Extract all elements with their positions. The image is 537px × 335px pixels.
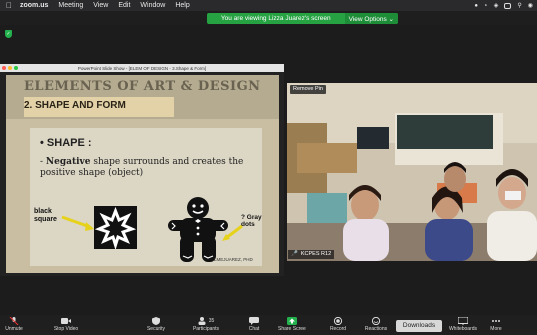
camera-icon [61, 318, 71, 324]
menu-meeting[interactable]: Meeting [58, 2, 83, 9]
black-square-image [94, 206, 137, 251]
chat-button[interactable]: Chat [240, 317, 268, 335]
classroom-video-frame [287, 83, 537, 261]
more-icon [492, 320, 500, 322]
record-button[interactable]: Record [324, 317, 352, 335]
menu-view[interactable]: View [93, 2, 108, 9]
record-icon [333, 317, 343, 325]
ppt-window-title: PowerPoint Slide Show - [ELEM OF DESIGN … [77, 65, 207, 71]
mac-menu-bar:  zoom.us Meeting View Edit Window Help … [0, 0, 537, 11]
menu-window[interactable]: Window [140, 2, 165, 9]
security-button[interactable]: Security [142, 317, 170, 335]
viewing-message: You are viewing Lizza Juarez's screen [220, 15, 331, 22]
share-screen-icon [287, 317, 297, 325]
participants-button[interactable]: 35 Participants [188, 317, 224, 335]
slide-credit: LMEJUAREZ, PHD [214, 257, 253, 262]
gray-dots-label: ? Gray dots [241, 214, 262, 228]
menu-edit[interactable]: Edit [118, 2, 130, 9]
slide-subtitle-band: 2. SHAPE AND FORM [24, 97, 174, 117]
control-center-icon[interactable] [504, 2, 512, 9]
viewing-banner: You are viewing Lizza Juarez's screen Vi… [207, 13, 398, 24]
minimize-window-icon[interactable] [8, 66, 12, 70]
downloads-tooltip[interactable]: Downloads [396, 320, 442, 332]
shared-powerpoint-window: PowerPoint Slide Show - [ELEM OF DESIGN … [0, 64, 284, 276]
participants-count: 35 [208, 318, 215, 324]
share-screen-label: Share Screen [278, 326, 306, 332]
reactions-label: Reactions [364, 326, 388, 332]
record-label: Record [329, 326, 347, 332]
slide-subtitle: 2. SHAPE AND FORM [24, 100, 126, 111]
close-window-icon[interactable] [2, 66, 6, 70]
ppt-window-titlebar: PowerPoint Slide Show - [ELEM OF DESIGN … [0, 64, 284, 72]
stop-video-label: Stop Video [53, 326, 79, 332]
encryption-shield-icon[interactable]: ✓ [5, 30, 12, 38]
remove-pin-button[interactable]: Remove Pin [290, 85, 326, 94]
unmute-button[interactable]: Unmute [0, 317, 28, 335]
whiteboards-label: Whiteboards [448, 326, 478, 332]
more-button[interactable]: More [482, 317, 510, 335]
negative-word: Negative [45, 157, 91, 167]
menubar-status-area: ● ⋆ ◈ ⚲ ◉ [474, 0, 533, 11]
shape-heading: • SHAPE : [40, 137, 92, 149]
menu-help[interactable]: Help [175, 2, 189, 9]
mic-icon [9, 317, 19, 325]
security-label: Security [146, 326, 166, 332]
participants-label: Participants [192, 326, 220, 332]
meeting-toolbar: Unmute Stop Video Security 35 Participan… [0, 315, 537, 335]
reactions-button[interactable]: Reactions [362, 317, 390, 335]
people-icon [198, 317, 206, 325]
wifi-icon[interactable]: ◈ [494, 2, 499, 9]
whiteboard-icon [458, 317, 468, 325]
participant-video[interactable] [287, 83, 537, 261]
chat-icon [249, 317, 259, 325]
smile-icon [371, 317, 381, 325]
unmute-label: Unmute [5, 326, 23, 332]
siri-icon[interactable]: ◉ [528, 2, 533, 9]
view-options-button[interactable]: View Options ⌄ [344, 13, 398, 24]
slide: ELEMENTS OF ART & DESIGN 2. SHAPE AND FO… [6, 75, 279, 273]
zoom-window-icon[interactable] [14, 66, 18, 70]
slide-title: ELEMENTS OF ART & DESIGN [24, 79, 261, 94]
chat-label: Chat [248, 326, 260, 332]
menu-app-name[interactable]: zoom.us [20, 2, 48, 9]
slide-content-box: • SHAPE : - Negative shape surrounds and… [30, 128, 262, 266]
snowflake-shape-icon [94, 206, 137, 251]
screen-record-icon[interactable]: ● [474, 3, 478, 9]
zoom-top-bar: You are viewing Lizza Juarez's screen Vi… [0, 11, 537, 25]
apple-icon[interactable]:  [6, 1, 12, 10]
arrow-icon [61, 215, 94, 231]
search-icon[interactable]: ⚲ [517, 2, 521, 9]
share-screen-button[interactable]: Share Screen [278, 317, 306, 335]
window-traffic-lights [2, 66, 18, 70]
more-label: More [490, 326, 502, 332]
negative-shape-text: - Negative shape surrounds and creates t… [40, 157, 260, 179]
participants-icon-group: 35 [188, 317, 224, 325]
stop-video-button[interactable]: Stop Video [52, 317, 80, 335]
participant-name-tag: 🎤 KCPES R12 [288, 250, 335, 259]
whiteboards-button[interactable]: Whiteboards [446, 317, 480, 335]
bluetooth-icon[interactable]: ⋆ [484, 2, 488, 9]
participant-name: KCPES R12 [300, 251, 332, 257]
shield-icon [152, 317, 160, 325]
zoom-screen: { "menubar": { "app": "zoom.us", "items"… [0, 0, 537, 335]
muted-mic-icon: 🎤 [291, 251, 298, 257]
